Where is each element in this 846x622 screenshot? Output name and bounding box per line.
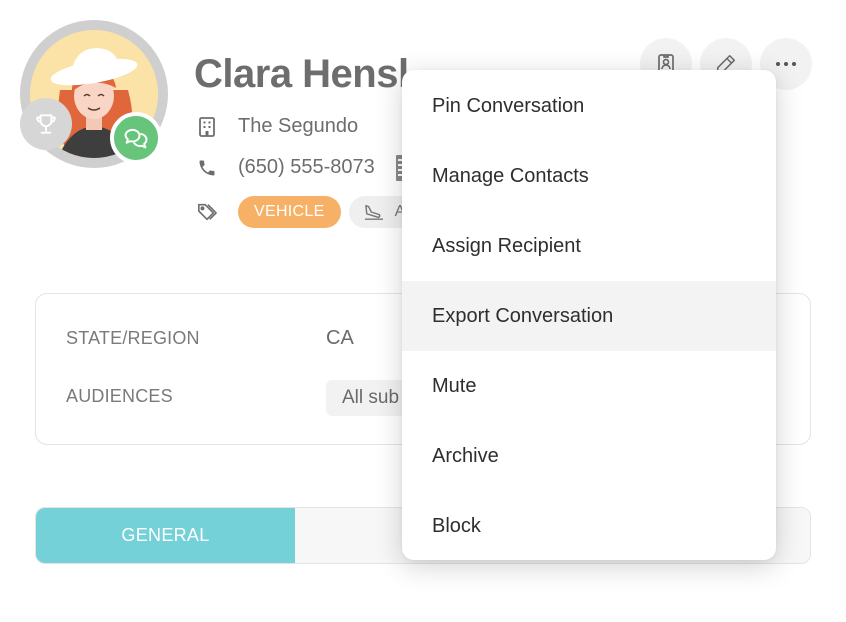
- building-icon: [196, 116, 218, 138]
- more-options-menu: Pin Conversation Manage Contacts Assign …: [402, 70, 776, 560]
- menu-item-export-conversation[interactable]: Export Conversation: [402, 281, 776, 351]
- menu-item-assign-recipient[interactable]: Assign Recipient: [402, 211, 776, 281]
- tag-icon: [196, 201, 218, 223]
- state-region-label: STATE/REGION: [66, 328, 200, 348]
- phone-row: (650) 555-8073: [196, 156, 375, 179]
- trophy-icon: [20, 98, 72, 150]
- ellipsis-icon: [776, 62, 796, 66]
- menu-item-pin-conversation[interactable]: Pin Conversation: [402, 71, 776, 141]
- phone-icon: [196, 157, 218, 179]
- state-region-value: CA: [326, 327, 354, 349]
- audiences-label: AUDIENCES: [66, 386, 173, 406]
- plane-landing-icon: [364, 204, 383, 220]
- menu-item-block[interactable]: Block: [402, 491, 776, 561]
- company-name: The Segundo: [238, 115, 359, 137]
- tab-general[interactable]: GENERAL: [36, 508, 295, 563]
- company-row: The Segundo: [196, 115, 358, 138]
- contact-name: Clara Hensl: [194, 52, 409, 96]
- menu-item-archive[interactable]: Archive: [402, 421, 776, 491]
- tag-vehicle[interactable]: VEHICLE: [238, 196, 341, 228]
- phone-number[interactable]: (650) 555-8073: [238, 156, 375, 179]
- menu-item-mute[interactable]: Mute: [402, 351, 776, 421]
- chat-bubbles-icon[interactable]: [110, 112, 162, 164]
- tags-row: VEHICLE Ai: [196, 196, 433, 228]
- menu-item-manage-contacts[interactable]: Manage Contacts: [402, 141, 776, 211]
